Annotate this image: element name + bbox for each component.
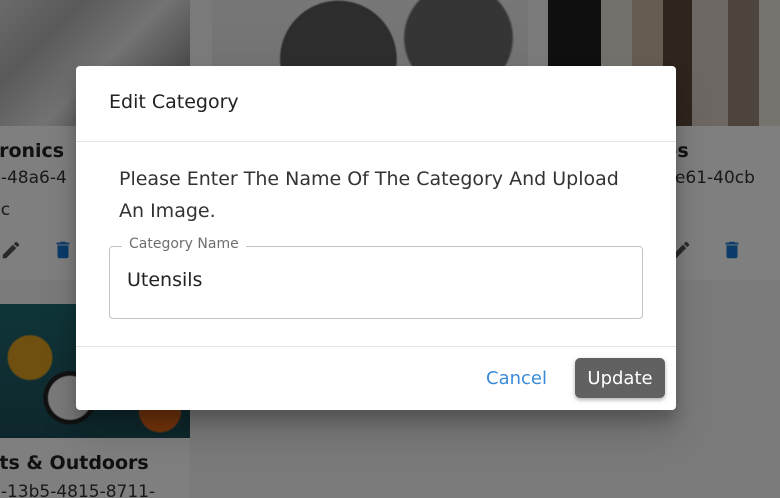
cancel-button[interactable]: Cancel: [482, 364, 551, 392]
dialog-message: Please Enter The Name Of The Category An…: [119, 168, 619, 222]
actions-divider: [76, 346, 676, 347]
edit-category-dialog: Edit Category Please Enter The Name Of T…: [76, 66, 676, 410]
title-divider: [76, 141, 676, 142]
update-button[interactable]: Update: [575, 358, 665, 398]
category-name-field[interactable]: Category Name: [109, 236, 643, 319]
category-name-input[interactable]: [127, 269, 627, 291]
dialog-title: Edit Category: [109, 91, 239, 113]
category-name-label: Category Name: [122, 236, 246, 252]
